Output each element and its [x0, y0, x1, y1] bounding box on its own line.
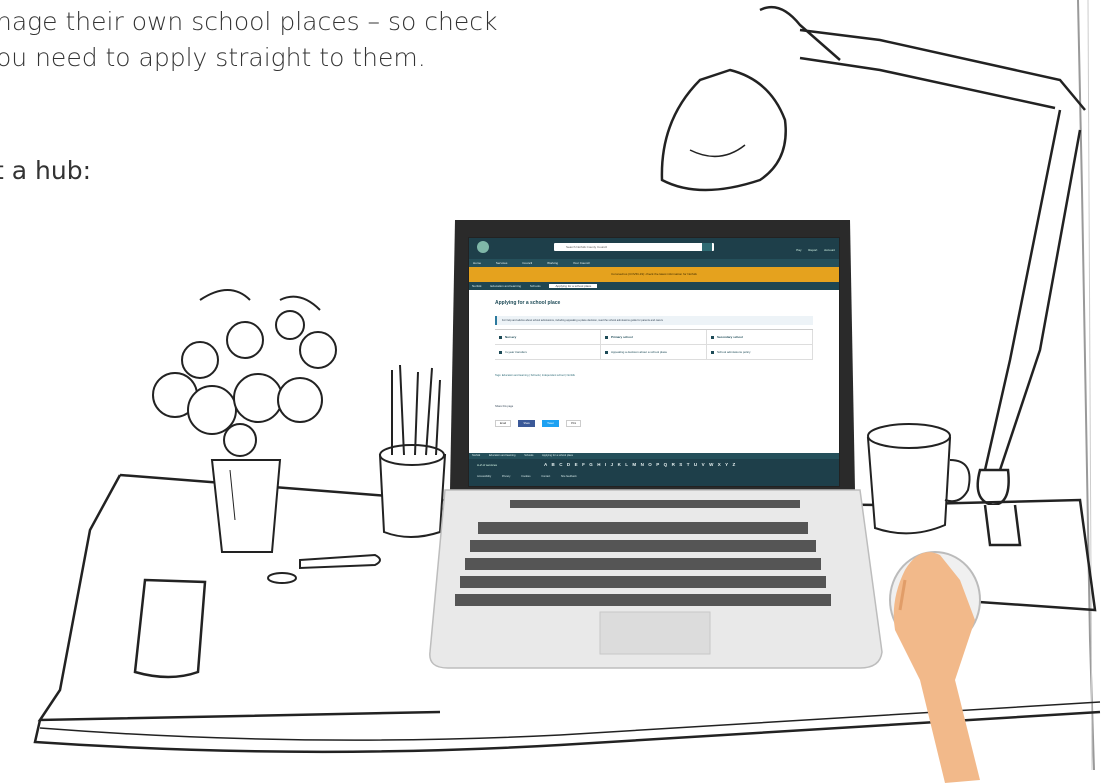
search-input[interactable]: Search Norfolk County Council	[554, 243, 714, 251]
site-header: Search Norfolk County Council Pay Report…	[469, 238, 839, 259]
footer-breadcrumb-item[interactable]: Norfolk	[472, 454, 480, 457]
facebook-share-button[interactable]: Share	[518, 420, 535, 427]
breadcrumb-item[interactable]: Norfolk	[472, 284, 482, 288]
twitter-share-button[interactable]: Tweet	[542, 420, 559, 427]
breadcrumb: Norfolk Education and learning Schools A…	[469, 282, 839, 290]
footer-link[interactable]: Site feedback	[561, 475, 577, 478]
search-button[interactable]	[702, 243, 712, 251]
az-label[interactable]: A-Z of services	[477, 463, 497, 467]
footer-breadcrumb-item[interactable]: Applying for a school place	[542, 454, 573, 457]
phone-illustration	[133, 578, 207, 679]
grid-link[interactable]: In-year transfers	[495, 345, 601, 360]
laptop-screen: Search Norfolk County Council Pay Report…	[468, 237, 840, 487]
pencil-cup-illustration	[378, 364, 447, 538]
footer-link[interactable]: Cookies	[521, 475, 530, 478]
share-buttons: Email Share Tweet Print	[495, 411, 813, 429]
bullet-icon	[499, 335, 502, 339]
footer-link[interactable]: Contact	[541, 475, 550, 478]
footer-breadcrumb-item[interactable]: Schools	[524, 454, 533, 457]
nav-item[interactable]: Home	[473, 261, 481, 265]
nav-item[interactable]: Services	[496, 261, 508, 265]
footer-breadcrumb: Norfolk Education and learning Schools A…	[469, 453, 839, 459]
site-footer: Norfolk Education and learning Schools A…	[469, 453, 839, 486]
print-button[interactable]: Print	[566, 420, 582, 427]
mug-illustration	[866, 423, 971, 535]
page-title: Applying for a school place	[495, 300, 561, 306]
bullet-icon	[605, 335, 608, 339]
breadcrumb-current: Applying for a school place	[549, 284, 598, 288]
bullet-icon	[711, 350, 714, 354]
az-letters[interactable]: A B C D E F G H I J K L M N O P Q R S T …	[544, 462, 737, 467]
footer-link[interactable]: Privacy	[502, 475, 511, 478]
hand-illustration	[889, 551, 981, 783]
footer-links: Accessibility Privacy Cookies Contact Si…	[477, 475, 587, 478]
desk-scribbles	[267, 553, 381, 584]
nav-item[interactable]: Council	[522, 261, 532, 265]
grid-link[interactable]: Appealing a decision about a school plac…	[601, 345, 707, 360]
nav-item[interactable]: Working	[547, 261, 558, 265]
site-logo[interactable]	[477, 241, 489, 253]
bullet-icon	[499, 350, 502, 354]
bullet-icon	[605, 350, 608, 354]
utility-links: Pay Report Account	[790, 248, 835, 252]
main-content: Applying for a school place For help and…	[469, 290, 839, 435]
grid-link[interactable]: Primary school	[601, 330, 707, 345]
info-note: For help and advice about school admissi…	[495, 316, 813, 325]
link-grid: Nursery Primary school Secondary school …	[495, 329, 813, 360]
main-nav: Home Services Council Working Your Counc…	[469, 259, 839, 267]
grid-link-label: School admissions policy	[717, 350, 751, 354]
email-share-button[interactable]: Email	[495, 420, 511, 427]
utility-link[interactable]: Pay	[796, 248, 801, 252]
grid-link[interactable]: Secondary school	[707, 330, 813, 345]
grid-link-label: In-year transfers	[505, 350, 527, 354]
share-label: Share this page	[495, 405, 514, 408]
flowers-illustration	[152, 289, 337, 553]
footer-link[interactable]: Accessibility	[477, 475, 491, 478]
grid-link[interactable]: Nursery	[495, 330, 601, 345]
grid-link-label: Primary school	[611, 335, 633, 339]
utility-link[interactable]: Report	[808, 248, 817, 252]
footer-breadcrumb-item[interactable]: Education and learning	[489, 454, 516, 457]
breadcrumb-item[interactable]: Schools	[530, 284, 541, 288]
breadcrumb-item[interactable]: Education and learning	[490, 284, 521, 288]
bullet-icon	[711, 335, 714, 339]
grid-link-label: Secondary school	[717, 335, 743, 339]
nav-item[interactable]: Your Council	[573, 261, 590, 265]
grid-link[interactable]: School admissions policy	[707, 345, 813, 360]
grid-link-label: Nursery	[505, 335, 517, 339]
tag-links[interactable]: Tags: Education and learning | Schools |…	[495, 374, 813, 377]
alert-banner[interactable]: Coronavirus (COVID-19): check the latest…	[469, 267, 839, 282]
grid-link-label: Appealing a decision about a school plac…	[611, 350, 668, 354]
utility-link[interactable]: Account	[824, 248, 835, 252]
